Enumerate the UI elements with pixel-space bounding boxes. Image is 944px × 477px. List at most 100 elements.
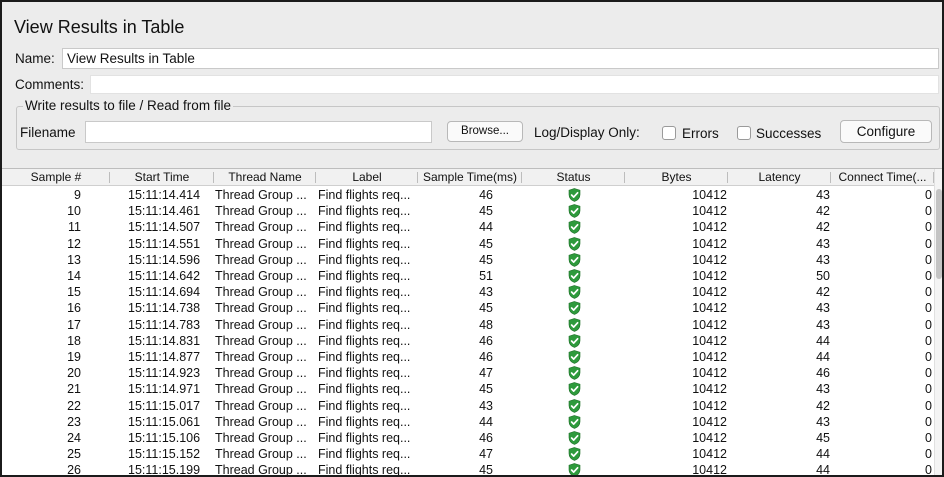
column-header-thread-name[interactable]: Thread Name — [214, 169, 316, 186]
view-results-in-table-panel: View Results in Table Name: View Results… — [0, 0, 944, 477]
cell-bytes: 10412 — [692, 366, 727, 381]
shield-check-icon — [568, 204, 580, 219]
shield-check-icon — [568, 414, 580, 429]
cell-latency: 43 — [816, 301, 830, 316]
column-header-sample-number[interactable]: Sample # — [2, 169, 110, 186]
table-row[interactable]: 10 15:11:14.461 Thread Group ... Find fligh… — [2, 203, 934, 219]
cell-label: Find flights req... — [318, 431, 411, 445]
cell-time: 45 — [479, 382, 493, 397]
column-header-status[interactable]: Status — [522, 169, 625, 186]
table-row[interactable]: 23 15:11:15.061 Thread Group ... Find fligh… — [2, 414, 934, 430]
cell-sample: 10 — [67, 204, 81, 219]
cell-time: 45 — [479, 301, 493, 316]
cell-thread: Thread Group ... — [215, 269, 307, 283]
cell-start: 15:11:14.877 — [128, 350, 201, 364]
cell-sample: 20 — [67, 366, 81, 381]
table-row[interactable]: 21 15:11:14.971 Thread Group ... Find fligh… — [2, 381, 934, 397]
cell-time: 44 — [479, 220, 493, 235]
column-header-sample-time[interactable]: Sample Time(ms) — [418, 169, 522, 186]
shield-check-icon — [568, 220, 580, 235]
cell-bytes: 10412 — [692, 431, 727, 445]
cell-connect: 0 — [925, 447, 932, 462]
table-row[interactable]: 18 15:11:14.831 Thread Group ... Find fligh… — [2, 333, 934, 349]
errors-checkbox[interactable] — [662, 126, 676, 140]
cell-latency: 42 — [816, 204, 830, 219]
cell-thread: Thread Group ... — [215, 252, 307, 267]
table-row[interactable]: 17 15:11:14.783 Thread Group ... Find fligh… — [2, 317, 934, 333]
name-field[interactable]: View Results in Table — [62, 48, 939, 69]
table-row[interactable]: 13 15:11:14.596 Thread Group ... Find fligh… — [2, 252, 934, 268]
column-header-start-time[interactable]: Start Time — [110, 169, 214, 186]
cell-label: Find flights req... — [318, 333, 411, 348]
table-row[interactable]: 19 15:11:14.877 Thread Group ... Find fligh… — [2, 349, 934, 365]
cell-latency: 43 — [816, 236, 830, 251]
cell-bytes: 10412 — [692, 252, 727, 267]
cell-thread: Thread Group ... — [215, 204, 307, 219]
table-row[interactable]: 12 15:11:14.551 Thread Group ... Find fligh… — [2, 236, 934, 252]
shield-check-icon — [568, 366, 580, 381]
browse-button[interactable]: Browse... — [447, 121, 523, 142]
cell-label: Find flights req... — [318, 382, 411, 397]
cell-thread: Thread Group ... — [215, 188, 307, 202]
cell-time: 51 — [479, 269, 493, 283]
table-row[interactable]: 25 15:11:15.152 Thread Group ... Find fligh… — [2, 446, 934, 462]
column-header-bytes[interactable]: Bytes — [625, 169, 728, 186]
cell-thread: Thread Group ... — [215, 220, 307, 235]
cell-start: 15:11:14.507 — [128, 220, 201, 235]
column-header-label[interactable]: Label — [316, 169, 418, 186]
column-header-connect-time[interactable]: Connect Time(... — [831, 169, 934, 186]
cell-connect: 0 — [925, 188, 932, 202]
table-row[interactable]: 15 15:11:14.694 Thread Group ... Find fligh… — [2, 284, 934, 300]
comments-label: Comments: — [15, 77, 85, 92]
column-header-text: Sample Time(ms) — [422, 170, 517, 184]
column-header-text: Thread Name — [228, 170, 302, 184]
results-table: Sample # Start Time Thread Name Label Sample… — [2, 168, 942, 475]
cell-bytes: 10412 — [692, 382, 727, 397]
cell-start: 15:11:14.738 — [128, 301, 201, 316]
cell-sample: 23 — [67, 414, 81, 429]
cell-start: 15:11:15.106 — [128, 431, 201, 445]
table-header: Sample # Start Time Thread Name Label Sample… — [2, 169, 934, 186]
cell-sample: 9 — [74, 188, 81, 202]
successes-checkbox[interactable] — [737, 126, 751, 140]
scrollbar-thumb[interactable] — [936, 189, 942, 279]
table-row[interactable]: 14 15:11:14.642 Thread Group ... Find fligh… — [2, 268, 934, 284]
table-row[interactable]: 11 15:11:14.507 Thread Group ... Find fligh… — [2, 219, 934, 235]
table-row[interactable]: 20 15:11:14.923 Thread Group ... Find fligh… — [2, 365, 934, 381]
table-row[interactable]: 24 15:11:15.106 Thread Group ... Find fligh… — [2, 430, 934, 446]
table-row[interactable]: 26 15:11:15.199 Thread Group ... Find fligh… — [2, 462, 934, 475]
column-header-text: Start Time — [134, 170, 190, 184]
cell-time: 43 — [479, 285, 493, 300]
configure-button[interactable]: Configure — [840, 120, 932, 143]
column-header-text: Bytes — [661, 170, 692, 184]
table-row[interactable]: 16 15:11:14.738 Thread Group ... Find fligh… — [2, 300, 934, 316]
shield-check-icon — [568, 350, 580, 364]
cell-thread: Thread Group ... — [215, 382, 307, 397]
cell-label: Find flights req... — [318, 398, 411, 413]
log-display-only-label: Log/Display Only: — [534, 125, 640, 140]
cell-bytes: 10412 — [692, 204, 727, 219]
cell-sample: 17 — [67, 317, 81, 332]
cell-bytes: 10412 — [692, 350, 727, 364]
cell-label: Find flights req... — [318, 301, 411, 316]
vertical-scrollbar[interactable] — [934, 169, 942, 475]
cell-start: 15:11:15.017 — [128, 398, 201, 413]
cell-thread: Thread Group ... — [215, 317, 307, 332]
table-row[interactable]: 9 15:11:14.414 Thread Group ... Find flight… — [2, 187, 934, 203]
cell-latency: 43 — [816, 252, 830, 267]
cell-start: 15:11:15.061 — [128, 414, 201, 429]
column-header-text: Sample # — [30, 170, 82, 184]
comments-field[interactable] — [90, 75, 939, 94]
cell-latency: 45 — [816, 431, 830, 445]
column-header-latency[interactable]: Latency — [728, 169, 831, 186]
shield-check-icon — [568, 447, 580, 462]
cell-start: 15:11:14.923 — [128, 366, 201, 381]
cell-label: Find flights req... — [318, 414, 411, 429]
filename-field[interactable] — [85, 121, 432, 143]
table-row[interactable]: 22 15:11:15.017 Thread Group ... Find fligh… — [2, 398, 934, 414]
cell-label: Find flights req... — [318, 204, 411, 219]
cell-label: Find flights req... — [318, 350, 411, 364]
cell-label: Find flights req... — [318, 317, 411, 332]
cell-label: Find flights req... — [318, 252, 411, 267]
cell-sample: 12 — [67, 236, 81, 251]
